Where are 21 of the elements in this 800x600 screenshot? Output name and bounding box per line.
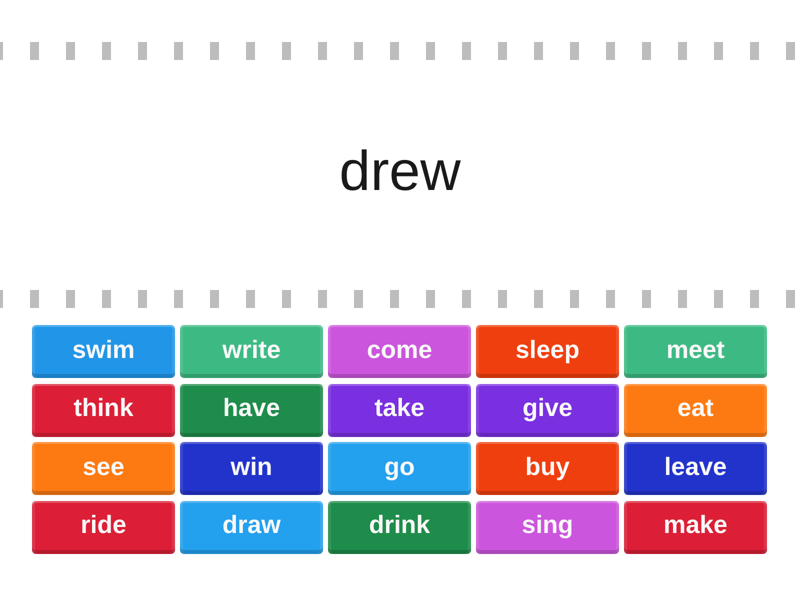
answer-button[interactable]: buy [476, 442, 619, 495]
answer-button[interactable]: go [328, 442, 471, 495]
answer-button[interactable]: ride [32, 500, 175, 554]
answer-button[interactable]: write [180, 325, 323, 378]
answer-button[interactable]: make [624, 500, 767, 554]
answer-button[interactable]: see [32, 442, 175, 495]
answer-button[interactable]: draw [180, 500, 323, 554]
answer-button[interactable]: win [180, 442, 323, 495]
answer-button[interactable]: give [476, 384, 619, 436]
answer-button[interactable]: swim [32, 325, 175, 378]
answer-button[interactable]: come [328, 325, 471, 378]
answer-button[interactable]: sing [476, 500, 619, 554]
answer-button[interactable]: think [32, 384, 175, 436]
answer-button[interactable]: leave [624, 442, 767, 495]
answer-button[interactable]: meet [624, 325, 767, 378]
answer-button[interactable]: sleep [476, 325, 619, 378]
answer-button[interactable]: have [180, 384, 323, 436]
question-text: drew [339, 140, 461, 204]
answer-button[interactable]: eat [624, 384, 767, 436]
answer-button[interactable]: drink [328, 500, 471, 554]
answer-button[interactable]: take [328, 384, 471, 436]
